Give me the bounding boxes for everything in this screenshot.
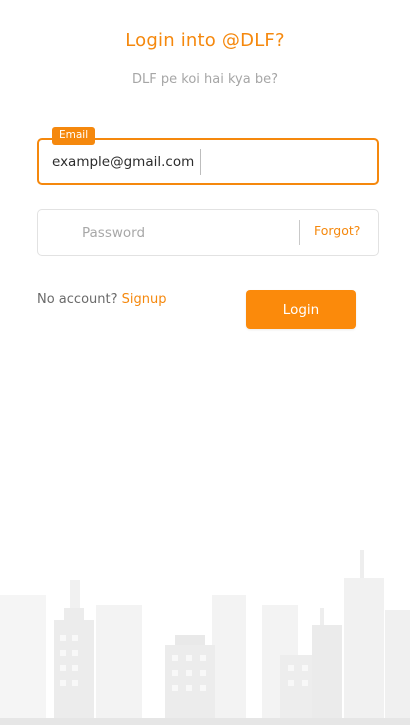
text-cursor	[200, 149, 201, 175]
password-field[interactable]: Password Forgot?	[37, 209, 379, 256]
signup-link[interactable]: Signup	[122, 292, 167, 307]
page-title: Login into @DLF?	[125, 30, 285, 51]
city-skyline-illustration	[0, 550, 410, 725]
password-placeholder: Password	[82, 225, 146, 241]
login-screen: Login into @DLF? DLF pe koi hai kya be? …	[0, 0, 410, 725]
forgot-password-link[interactable]: Forgot?	[314, 223, 360, 238]
email-label: Email	[52, 127, 96, 145]
email-field[interactable]: Email example@gmail.com	[37, 127, 379, 185]
field-divider	[299, 220, 300, 245]
signup-row: No account? Signup	[37, 292, 167, 307]
email-input-value[interactable]: example@gmail.com	[52, 154, 194, 170]
login-button[interactable]: Login	[246, 290, 356, 329]
page-subtitle: DLF pe koi hai kya be?	[132, 72, 278, 87]
no-account-text: No account?	[37, 292, 118, 307]
